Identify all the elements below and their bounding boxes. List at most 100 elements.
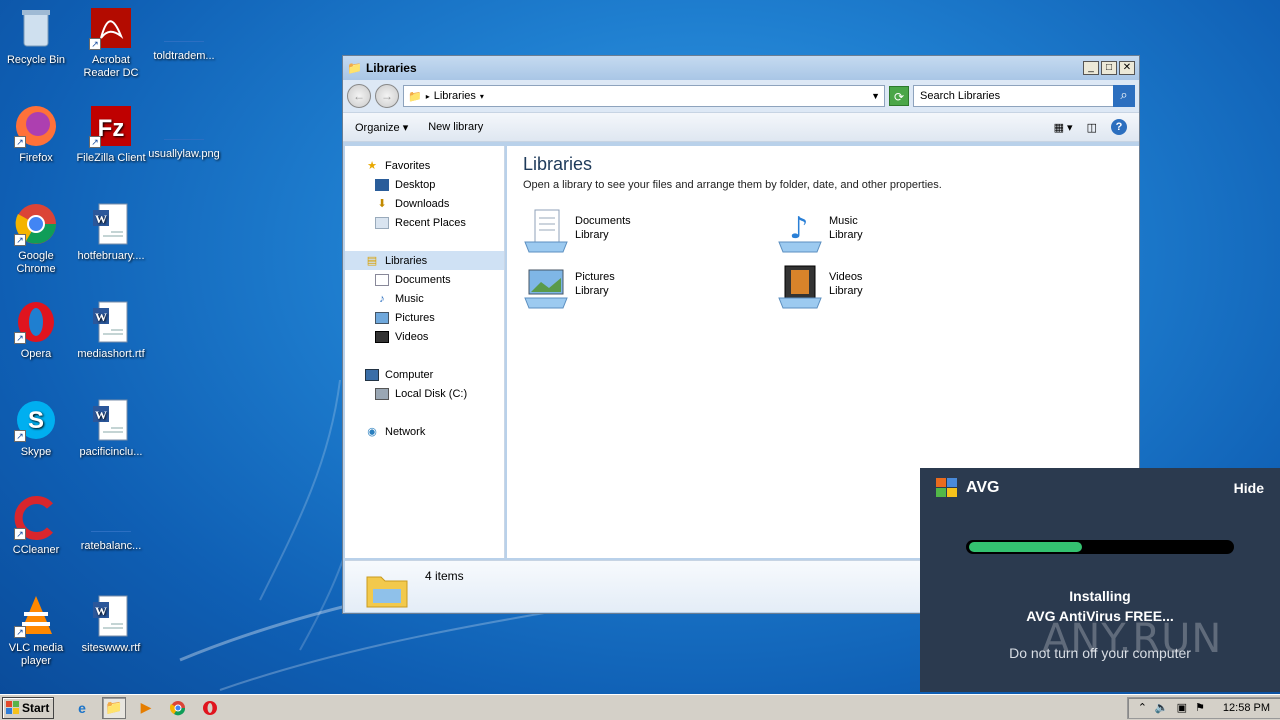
- nav-desktop[interactable]: Desktop: [345, 175, 504, 194]
- desktop-icon-label: siteswww.rtf: [81, 642, 141, 654]
- library-documents[interactable]: Documents Library: [523, 208, 743, 258]
- desktop-icon-firefox[interactable]: ↗ Firefox: [0, 104, 72, 165]
- word-doc-icon: W: [89, 398, 133, 442]
- address-bar[interactable]: 📁 ▸ Libraries ▾ ▼: [403, 85, 885, 107]
- desktop-icon-siteswww[interactable]: W siteswww.rtf: [75, 594, 147, 655]
- svg-text:♪: ♪: [789, 211, 808, 246]
- computer-icon: [365, 368, 379, 381]
- minimize-button[interactable]: _: [1083, 61, 1099, 75]
- word-doc-icon: W: [89, 300, 133, 344]
- word-doc-icon: W: [89, 594, 133, 638]
- nav-videos[interactable]: Videos: [345, 327, 504, 346]
- library-name: Pictures: [575, 271, 615, 283]
- nav-computer[interactable]: Computer: [345, 365, 504, 384]
- clock[interactable]: 12:58 PM: [1223, 702, 1270, 714]
- hide-button[interactable]: Hide: [1234, 480, 1264, 496]
- new-library-button[interactable]: New library: [428, 121, 483, 133]
- desktop-icon-filezilla[interactable]: Fz ↗ FileZilla Client: [75, 104, 147, 165]
- desktop-icon-usuallylaw[interactable]: usuallylaw.png: [148, 104, 220, 161]
- desktop-icon-label: VLC media player: [8, 642, 64, 667]
- libraries-folder-icon: 📁: [347, 61, 362, 75]
- shortcut-arrow-icon: ↗: [14, 234, 26, 246]
- nav-downloads[interactable]: ⬇ Downloads: [345, 194, 504, 213]
- shortcut-arrow-icon: ↗: [14, 626, 26, 638]
- search-input[interactable]: Search Libraries ⌕: [913, 85, 1135, 107]
- recent-places-icon: [375, 216, 389, 229]
- desktop-icon-acrobat[interactable]: ↗ Acrobat Reader DC: [75, 6, 147, 80]
- svg-text:W: W: [95, 604, 107, 618]
- desktop-icon-hotfebruary[interactable]: W hotfebruary....: [75, 202, 147, 263]
- documents-icon: [375, 273, 389, 286]
- nav-favorites[interactable]: ★ Favorites: [345, 156, 504, 175]
- desktop-icon-toldtradem[interactable]: toldtradem...: [148, 6, 220, 63]
- internet-explorer-icon[interactable]: e: [70, 697, 94, 719]
- avg-logo: AVG: [936, 478, 999, 498]
- help-icon[interactable]: ?: [1111, 119, 1127, 135]
- window-titlebar[interactable]: 📁 Libraries _ □ ✕: [343, 56, 1139, 80]
- nav-documents[interactable]: Documents: [345, 270, 504, 289]
- change-view-icon[interactable]: ▦ ▾: [1054, 121, 1073, 134]
- chrome-taskbar-icon[interactable]: [166, 697, 190, 719]
- opera-taskbar-icon[interactable]: [198, 697, 222, 719]
- blank-file-icon: [91, 496, 131, 532]
- nav-libraries[interactable]: ▤ Libraries: [345, 251, 504, 270]
- install-status-line-1: Installing: [1069, 588, 1131, 604]
- back-button[interactable]: ←: [347, 84, 371, 108]
- breadcrumb-chevron-icon[interactable]: ▸: [426, 92, 430, 101]
- action-center-flag-icon[interactable]: ⚑: [1195, 701, 1205, 714]
- search-placeholder: Search Libraries: [920, 90, 1001, 102]
- downloads-icon: ⬇: [377, 197, 387, 210]
- desktop-icon-recycle-bin[interactable]: Recycle Bin: [0, 6, 72, 67]
- organize-button[interactable]: Organize ▾: [355, 121, 408, 134]
- windows-logo-icon: [6, 701, 19, 714]
- library-videos[interactable]: Videos Library: [777, 264, 997, 314]
- desktop-icon-mediashort[interactable]: W mediashort.rtf: [75, 300, 147, 361]
- desktop-icon-skype[interactable]: S ↗ Skype: [0, 398, 72, 459]
- preview-pane-icon[interactable]: ◫: [1087, 121, 1097, 134]
- close-button[interactable]: ✕: [1119, 61, 1135, 75]
- volume-icon[interactable]: 🔈: [1155, 701, 1169, 714]
- start-button[interactable]: Start: [2, 696, 54, 719]
- item-count: 4 items: [425, 569, 464, 583]
- network-status-icon[interactable]: ▣: [1177, 701, 1187, 714]
- desktop-icon-label: Opera: [20, 348, 52, 360]
- library-pictures[interactable]: Pictures Library: [523, 264, 743, 314]
- page-subtitle: Open a library to see your files and arr…: [523, 179, 942, 191]
- acrobat-icon: ↗: [89, 6, 133, 50]
- blank-file-icon: [164, 104, 204, 140]
- forward-button[interactable]: →: [375, 84, 399, 108]
- library-kind: Library: [829, 285, 863, 297]
- search-icon[interactable]: ⌕: [1113, 85, 1135, 107]
- desktop-icon-chrome[interactable]: ↗ Google Chrome: [0, 202, 72, 276]
- desktop-icon-pacificinclu[interactable]: W pacificinclu...: [75, 398, 147, 459]
- show-hidden-icons-icon[interactable]: ⌃: [1138, 701, 1147, 714]
- desktop-icon-ratebalanc[interactable]: ratebalanc...: [75, 496, 147, 553]
- breadcrumb-libraries[interactable]: Libraries: [434, 90, 476, 102]
- refresh-icon[interactable]: ⟳: [889, 86, 909, 106]
- nav-music[interactable]: ♪ Music: [345, 289, 504, 308]
- breadcrumb-dropdown-icon[interactable]: ▾: [480, 92, 484, 101]
- avg-logo-icon: [936, 478, 957, 497]
- explorer-taskbar-icon[interactable]: 📁: [102, 696, 126, 719]
- desktop-icon-vlc[interactable]: ↗ VLC media player: [0, 594, 72, 668]
- library-music[interactable]: ♪ Music Library: [777, 208, 997, 258]
- nav-network[interactable]: ◉ Network: [345, 422, 504, 441]
- desktop-icon-ccleaner[interactable]: ↗ CCleaner: [0, 496, 72, 557]
- svg-text:W: W: [95, 408, 107, 422]
- address-history-dropdown-icon[interactable]: ▼: [871, 91, 880, 101]
- desktop-icon-label: CCleaner: [12, 544, 60, 556]
- nav-local-disk[interactable]: Local Disk (C:): [345, 384, 504, 403]
- skype-icon: S ↗: [14, 398, 58, 442]
- svg-text:S: S: [28, 407, 44, 434]
- nav-pictures[interactable]: Pictures: [345, 308, 504, 327]
- media-player-icon[interactable]: ▶: [134, 697, 158, 719]
- videos-library-icon: [777, 264, 823, 310]
- desktop-icon-opera[interactable]: ↗ Opera: [0, 300, 72, 361]
- maximize-button[interactable]: □: [1101, 61, 1117, 75]
- library-name: Music: [829, 215, 858, 227]
- desktop-icon-label: usuallylaw.png: [148, 148, 220, 160]
- desktop-icon: [375, 178, 389, 191]
- desktop-icon-label: toldtradem...: [153, 50, 215, 62]
- nav-recent-places[interactable]: Recent Places: [345, 213, 504, 232]
- recycle-bin-icon: [14, 6, 58, 50]
